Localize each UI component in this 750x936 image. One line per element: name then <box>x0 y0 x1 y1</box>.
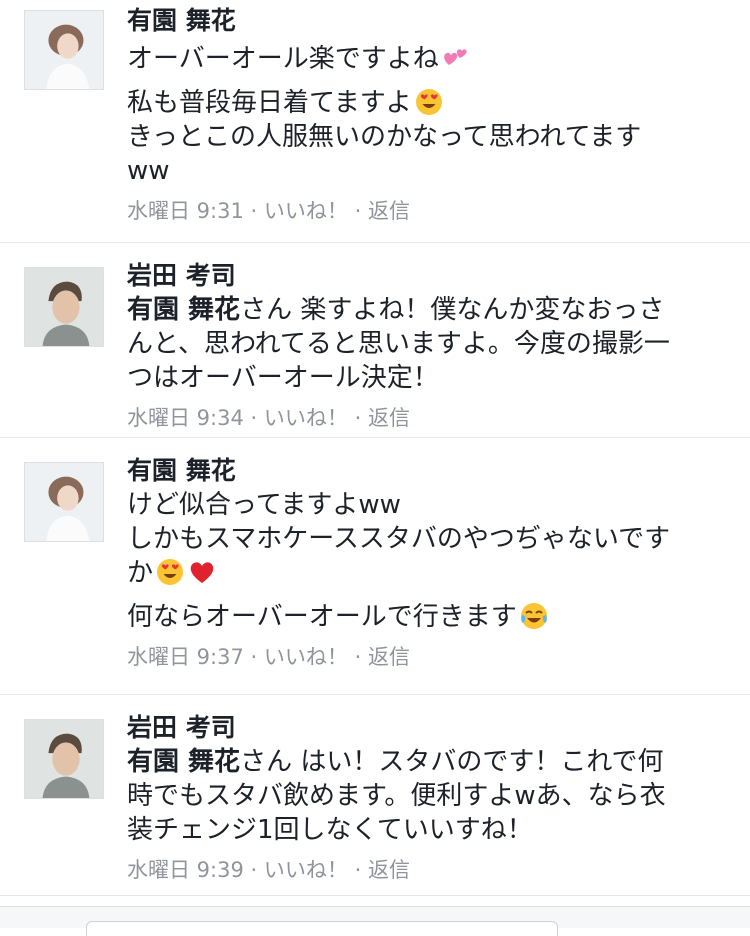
meta-separator: · <box>250 199 258 223</box>
comment-meta: 水曜日 9:37 · いいね！ · 返信 <box>127 644 714 670</box>
divider <box>0 437 750 438</box>
comment-text: けど似合ってますよww しかもスマホケーススタバのやつぢゃないです か <box>127 490 671 588</box>
comment-timestamp[interactable]: 水曜日 9:37 <box>127 644 244 670</box>
like-link[interactable]: いいね！ <box>264 644 348 670</box>
avatar-iwata[interactable] <box>24 267 104 347</box>
reply-link[interactable]: 返信 <box>368 405 410 431</box>
two-hearts-icon <box>441 43 471 73</box>
meta-separator: · <box>250 858 258 882</box>
comment-timestamp[interactable]: 水曜日 9:39 <box>127 857 244 883</box>
meta-separator: · <box>354 199 362 223</box>
divider <box>0 242 750 243</box>
comment-timestamp[interactable]: 水曜日 9:34 <box>127 405 244 431</box>
comment-text: 何ならオーバーオールで行きます <box>127 600 714 634</box>
comment-meta: 水曜日 9:31 · いいね！ · 返信 <box>127 198 714 224</box>
comment-author[interactable]: 有園 舞花 <box>127 6 714 36</box>
comment-author[interactable]: 岩田 考司 <box>127 713 714 743</box>
like-link[interactable]: いいね！ <box>264 198 348 224</box>
heart-eyes-icon <box>155 557 185 587</box>
avatar-photo-man <box>25 720 103 798</box>
meta-separator: · <box>354 645 362 669</box>
comment-composer-bar <box>0 906 750 936</box>
reply-link[interactable]: 返信 <box>368 644 410 670</box>
like-link[interactable]: いいね！ <box>264 405 348 431</box>
heart-eyes-icon <box>414 87 444 117</box>
avatar-ariezono[interactable] <box>24 462 104 542</box>
reply-link[interactable]: 返信 <box>368 198 410 224</box>
reply-link[interactable]: 返信 <box>368 857 410 883</box>
avatar-iwata[interactable] <box>24 719 104 799</box>
meta-separator: · <box>354 406 362 430</box>
comment-input[interactable] <box>86 921 558 936</box>
mention-link[interactable]: 有園 舞花 <box>127 295 240 325</box>
comment-text: オーバーオール楽ですよね <box>127 42 714 76</box>
avatar-photo-woman <box>25 11 103 89</box>
red-heart-icon <box>187 557 217 587</box>
avatar-ariezono[interactable] <box>24 10 104 90</box>
comment-meta: 水曜日 9:34 · いいね！ · 返信 <box>127 405 714 431</box>
comment-text: 有園 舞花さん 楽すよね！僕なんか変なおっさ んと、思われてると思いますよ。今度… <box>127 295 670 393</box>
meta-separator: · <box>354 858 362 882</box>
like-link[interactable]: いいね！ <box>264 857 348 883</box>
comment-text: 有園 舞花さん はい！スタバのです！これで何 時でもスタバ飲めます。便利すよwあ… <box>127 747 666 845</box>
divider <box>0 895 750 896</box>
comment-author[interactable]: 岩田 考司 <box>127 261 714 291</box>
mention-link[interactable]: 有園 舞花 <box>127 747 240 777</box>
meta-separator: · <box>250 406 258 430</box>
divider <box>0 694 750 695</box>
comment-text: 私も普段毎日着てますよ きっとこの人服無いのかなって思われてます ww <box>127 87 642 186</box>
comment-meta: 水曜日 9:39 · いいね！ · 返信 <box>127 857 714 883</box>
comment-timestamp[interactable]: 水曜日 9:31 <box>127 198 244 224</box>
avatar-photo-woman <box>25 463 103 541</box>
tears-of-joy-icon <box>519 601 549 631</box>
meta-separator: · <box>250 645 258 669</box>
comment-author[interactable]: 有園 舞花 <box>127 456 714 486</box>
avatar-photo-man <box>25 268 103 346</box>
